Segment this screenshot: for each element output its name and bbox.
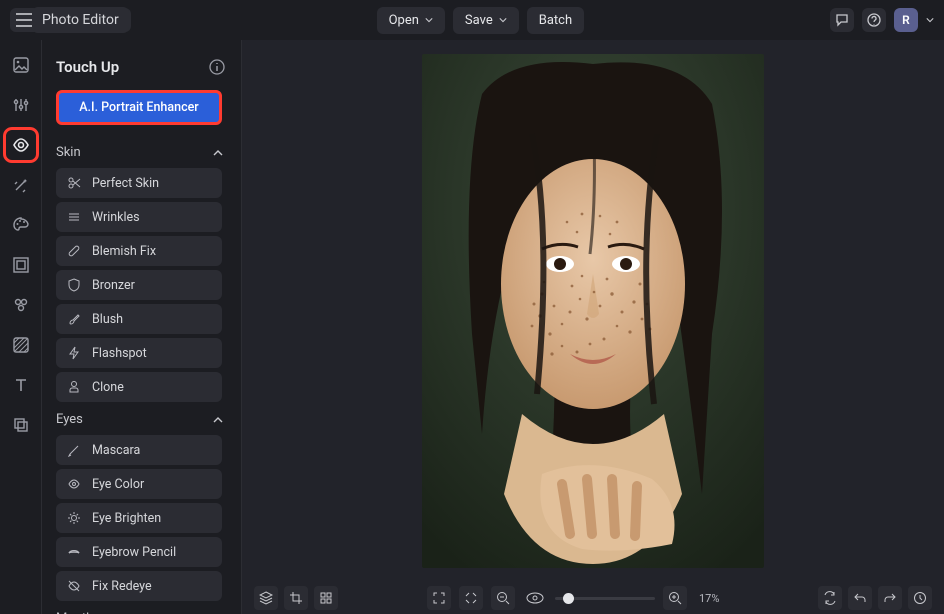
zoom-value: 17%: [699, 592, 729, 605]
rail-touchup-icon[interactable]: [10, 134, 32, 156]
tool-flashspot[interactable]: Flashspot: [56, 338, 222, 368]
grid-icon[interactable]: [314, 586, 338, 610]
comment-icon[interactable]: [830, 8, 854, 32]
tool-eye-color[interactable]: Eye Color: [56, 469, 222, 499]
tool-rail: [0, 40, 42, 614]
tool-bronzer[interactable]: Bronzer: [56, 270, 222, 300]
app-title: Photo Editor: [32, 7, 129, 33]
section-eyes-label: Eyes: [56, 412, 83, 427]
save-label: Save: [465, 13, 493, 28]
batch-label: Batch: [539, 13, 572, 28]
rail-adjust-icon[interactable]: [10, 94, 32, 116]
tool-wrinkles[interactable]: Wrinkles: [56, 202, 222, 232]
history-icon[interactable]: [908, 586, 932, 610]
shield-icon: [66, 277, 82, 293]
rail-textures-icon[interactable]: [10, 334, 32, 356]
chevron-up-icon: [213, 417, 223, 423]
rail-frames-icon[interactable]: [10, 254, 32, 276]
canvas-body[interactable]: [242, 40, 944, 582]
panel-title: Touch Up: [56, 58, 119, 76]
ai-portrait-enhancer-button[interactable]: A.I. Portrait Enhancer: [56, 90, 222, 125]
compare-icon[interactable]: [818, 586, 842, 610]
brush-icon: [66, 311, 82, 327]
batch-button[interactable]: Batch: [527, 7, 584, 34]
save-button[interactable]: Save: [453, 7, 519, 34]
zoom-reset-icon[interactable]: [523, 586, 547, 610]
tool-blush[interactable]: Blush: [56, 304, 222, 334]
chevron-down-icon: [499, 16, 507, 24]
layers-icon[interactable]: [254, 586, 278, 610]
tool-clone[interactable]: Clone: [56, 372, 222, 402]
zoom-slider[interactable]: [555, 597, 655, 600]
section-skin-header[interactable]: Skin: [56, 145, 231, 160]
rail-effects-icon[interactable]: [10, 174, 32, 196]
bolt-icon: [66, 345, 82, 361]
scissors-icon: [66, 175, 82, 191]
tool-fix-redeye[interactable]: Fix Redeye: [56, 571, 222, 601]
eyebrow-icon: [66, 544, 82, 560]
eye-icon: [66, 476, 82, 492]
crop-icon[interactable]: [284, 586, 308, 610]
rail-color-icon[interactable]: [10, 214, 32, 236]
chevron-down-icon: [425, 16, 433, 24]
tool-eyebrow-pencil[interactable]: Eyebrow Pencil: [56, 537, 222, 567]
top-bar: Photo Editor Open Save Batch R: [0, 0, 944, 40]
fullscreen-icon[interactable]: [427, 586, 451, 610]
zoom-in-icon[interactable]: [663, 586, 687, 610]
tool-perfect-skin[interactable]: Perfect Skin: [56, 168, 222, 198]
section-eyes-header[interactable]: Eyes: [56, 412, 231, 427]
open-button[interactable]: Open: [377, 7, 445, 34]
main-area: Touch Up A.I. Portrait Enhancer Skin Per…: [0, 40, 944, 614]
eyes-tool-list: Mascara Eye Color Eye Brighten Eyebrow P…: [56, 435, 231, 601]
skin-tool-list: Perfect Skin Wrinkles Blemish Fix Bronze…: [56, 168, 231, 402]
rail-text-icon[interactable]: [10, 374, 32, 396]
sun-icon: [66, 510, 82, 526]
chevron-down-icon[interactable]: [926, 17, 934, 23]
lines-icon: [66, 209, 82, 225]
redeye-icon: [66, 578, 82, 594]
canvas-area: 17%: [242, 40, 944, 614]
zoom-out-icon[interactable]: [491, 586, 515, 610]
rail-layers-icon[interactable]: [10, 414, 32, 436]
photo-preview[interactable]: [422, 54, 764, 568]
info-icon[interactable]: [209, 59, 225, 75]
section-skin-label: Skin: [56, 145, 81, 160]
redo-icon[interactable]: [878, 586, 902, 610]
tool-blemish-fix[interactable]: Blemish Fix: [56, 236, 222, 266]
rail-image-icon[interactable]: [10, 54, 32, 76]
undo-icon[interactable]: [848, 586, 872, 610]
help-icon[interactable]: [862, 8, 886, 32]
fit-icon[interactable]: [459, 586, 483, 610]
user-avatar[interactable]: R: [894, 8, 918, 32]
bandage-icon: [66, 243, 82, 259]
rail-elements-icon[interactable]: [10, 294, 32, 316]
chevron-up-icon: [213, 150, 223, 156]
stamp-icon: [66, 379, 82, 395]
mascara-icon: [66, 442, 82, 458]
open-label: Open: [389, 13, 419, 28]
tool-mascara[interactable]: Mascara: [56, 435, 222, 465]
tool-eye-brighten[interactable]: Eye Brighten: [56, 503, 222, 533]
zoom-slider-thumb[interactable]: [563, 593, 574, 604]
bottom-bar: 17%: [242, 582, 944, 614]
touch-up-panel: Touch Up A.I. Portrait Enhancer Skin Per…: [42, 40, 242, 614]
